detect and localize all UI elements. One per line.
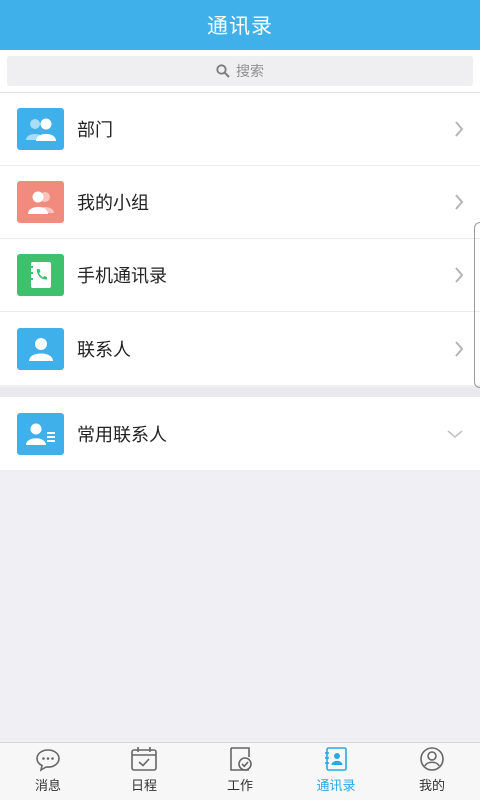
list-item-label: 部门	[77, 120, 113, 141]
contact-icon	[17, 327, 64, 370]
chevron-right-icon	[455, 121, 464, 137]
department-icon	[17, 108, 64, 150]
search-placeholder: 搜索	[236, 64, 264, 80]
list-item-frequent-contacts[interactable]: 常用联系人	[0, 397, 480, 470]
work-icon	[230, 747, 252, 771]
side-drawer-handle[interactable]	[474, 222, 480, 388]
search-input[interactable]: 搜索	[7, 56, 473, 86]
search-icon	[216, 64, 230, 78]
list-item-label: 常用联系人	[77, 424, 167, 446]
tab-messages[interactable]: 消息	[0, 743, 96, 800]
page-title: 通讯录	[207, 14, 273, 38]
search-bar: 搜索	[0, 50, 480, 93]
list-item-label: 联系人	[77, 339, 131, 361]
tab-contacts[interactable]: 通讯录	[288, 743, 384, 800]
frequent-contacts-section: 常用联系人	[0, 397, 480, 470]
message-icon	[36, 749, 60, 772]
contacts-icon	[325, 747, 347, 771]
tab-schedule[interactable]: 日程	[96, 743, 192, 800]
phone-contacts-icon	[17, 254, 64, 296]
contact-categories: 部门 我的小组 手机通讯录 联系人	[0, 93, 480, 385]
frequent-contacts-icon	[17, 412, 64, 455]
list-item-label: 我的小组	[77, 193, 149, 214]
chevron-right-icon	[455, 340, 464, 357]
group-icon	[17, 181, 64, 223]
list-item-my-group[interactable]: 我的小组	[0, 166, 480, 239]
tab-label: 工作	[226, 779, 253, 794]
tab-profile[interactable]: 我的	[384, 743, 480, 800]
tab-label: 我的	[418, 779, 445, 794]
profile-icon	[420, 747, 444, 771]
bottom-tab-bar: 消息 日程 工作 通讯录 我的	[0, 742, 480, 800]
list-item-contacts[interactable]: 联系人	[0, 312, 480, 385]
list-item-phone-contacts[interactable]: 手机通讯录	[0, 239, 480, 312]
tab-label: 通讯录	[316, 779, 356, 794]
calendar-icon	[131, 747, 157, 771]
chevron-right-icon	[455, 194, 464, 210]
list-item-label: 手机通讯录	[77, 266, 167, 287]
chevron-down-icon[interactable]	[446, 429, 464, 439]
section-divider	[0, 387, 480, 397]
chevron-right-icon	[455, 267, 464, 283]
tab-work[interactable]: 工作	[192, 743, 288, 800]
tab-label: 日程	[130, 779, 157, 794]
list-item-department[interactable]: 部门	[0, 93, 480, 166]
app-header: 通讯录	[0, 0, 480, 50]
tab-label: 消息	[34, 779, 61, 794]
